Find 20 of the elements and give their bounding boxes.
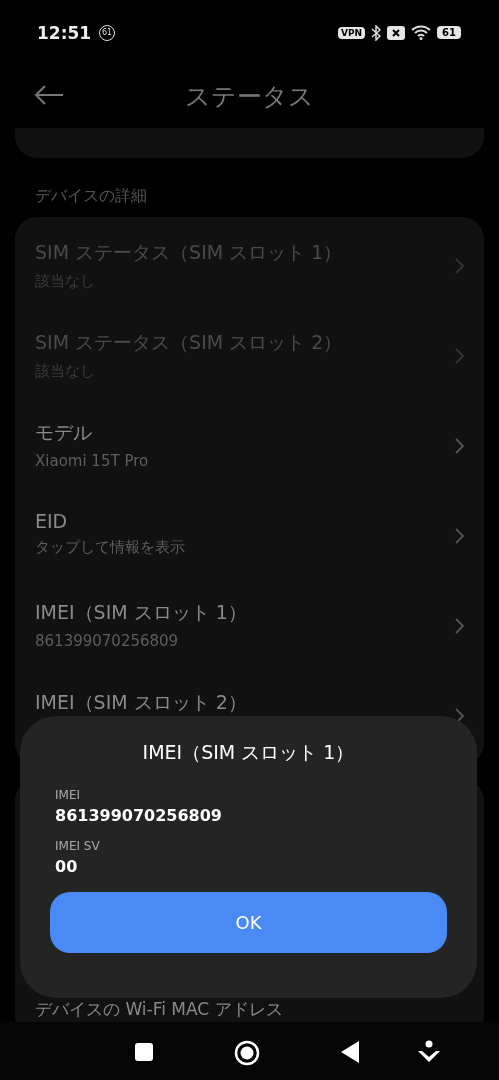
row-title: モデル	[35, 420, 93, 445]
row-value: タップして情報を表示	[35, 538, 186, 557]
field-value: 861399070256809	[55, 806, 223, 825]
page-title: ステータス	[185, 81, 314, 113]
field-label: IMEI SV	[55, 839, 101, 853]
section-title: デバイスの詳細	[34, 185, 148, 207]
field-value: 00	[55, 857, 79, 876]
row-value: 861399070256809	[35, 632, 180, 650]
row-title: デバイスの Wi-Fi MAC アドレス	[35, 999, 283, 1019]
row-title: EID	[35, 510, 69, 532]
row-title: SIM ステータス（SIM スロット 1）	[35, 240, 344, 265]
row-title: IMEI（SIM スロット 1）	[35, 600, 248, 625]
vpn-badge: VPN	[338, 26, 366, 39]
battery-indicator: 61	[437, 26, 461, 39]
row-title: SIM ステータス（SIM スロット 2）	[35, 330, 344, 355]
status-time: 12:51	[37, 22, 92, 43]
field-label: IMEI	[55, 788, 81, 802]
row-title: IMEI（SIM スロット 2）	[35, 690, 248, 715]
dialog-title: IMEI（SIM スロット 1）	[141, 740, 356, 765]
row-value: Xiaomi 15T Pro	[35, 452, 150, 470]
